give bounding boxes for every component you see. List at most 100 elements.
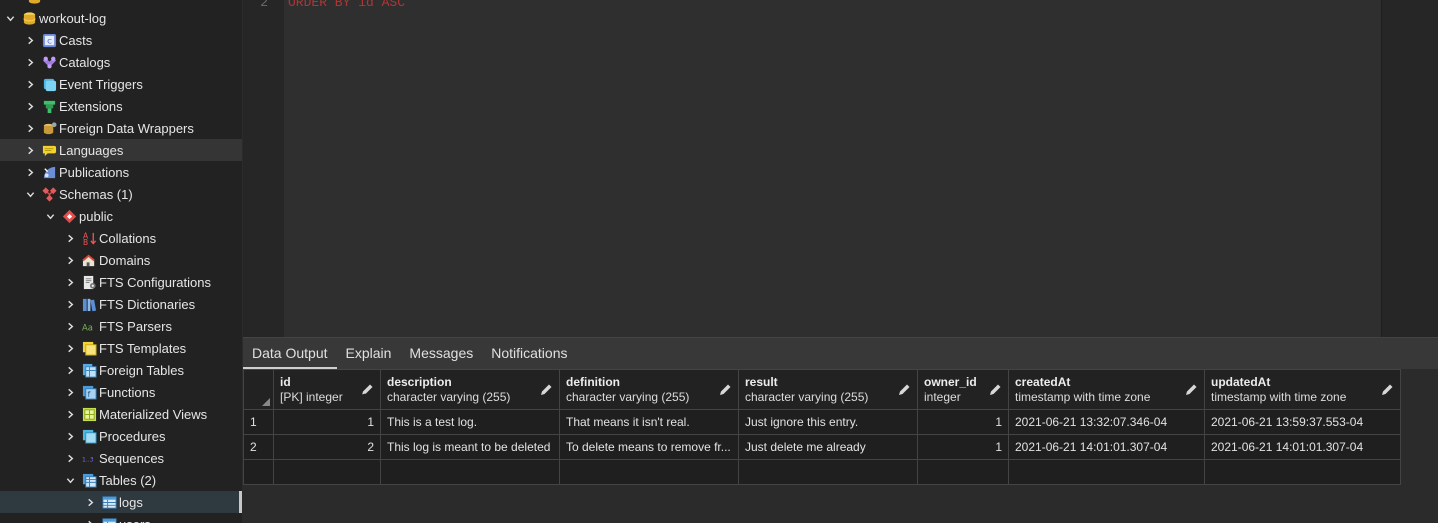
- column-header-created-at[interactable]: createdAt timestamp with time zone: [1008, 369, 1205, 410]
- pencil-icon[interactable]: [718, 383, 732, 397]
- chevron-down-icon[interactable]: [3, 11, 17, 25]
- new-row-cell[interactable]: [380, 459, 560, 485]
- cell-created-at[interactable]: 2021-06-21 14:01:01.307-04: [1008, 434, 1205, 460]
- chevron-right-icon[interactable]: [63, 341, 77, 355]
- table-icon: [101, 516, 117, 523]
- tree-item-sequences[interactable]: 1..3 Sequences: [0, 447, 242, 469]
- tree-item-catalogs[interactable]: Catalogs: [0, 51, 242, 73]
- sql-editor[interactable]: 2 ORDER BY id ASC: [243, 0, 1381, 337]
- cell-updated-at[interactable]: 2021-06-21 13:59:37.553-04: [1204, 409, 1401, 435]
- tree-item-extensions[interactable]: Extensions: [0, 95, 242, 117]
- new-row[interactable]: [243, 459, 1401, 485]
- chevron-right-icon[interactable]: [63, 319, 77, 333]
- result-grid: id [PK] integer description character va…: [243, 369, 1401, 485]
- tree-item-schemas[interactable]: Schemas (1): [0, 183, 242, 205]
- tree-item-fts-configurations[interactable]: FTS Configurations: [0, 271, 242, 293]
- tree-item-procedures[interactable]: Procedures: [0, 425, 242, 447]
- tree-item-collations[interactable]: AB Collations: [0, 227, 242, 249]
- chevron-right-icon[interactable]: [23, 99, 37, 113]
- row-number[interactable]: 2: [243, 434, 274, 460]
- column-header-updated-at[interactable]: updatedAt timestamp with time zone: [1204, 369, 1401, 410]
- cell-owner-id[interactable]: 1: [917, 434, 1009, 460]
- pencil-icon[interactable]: [1184, 383, 1198, 397]
- chevron-right-icon[interactable]: [23, 55, 37, 69]
- tree-item-fts-dictionaries[interactable]: FTS Dictionaries: [0, 293, 242, 315]
- tab-notifications[interactable]: Notifications: [482, 338, 576, 369]
- tree-item-fts-templates[interactable]: FTS Templates: [0, 337, 242, 359]
- cell-definition[interactable]: To delete means to remove fr...: [559, 434, 739, 460]
- table-row[interactable]: 2 2 This log is meant to be deleted To d…: [243, 434, 1401, 460]
- chevron-right-icon[interactable]: [83, 495, 97, 509]
- chevron-right-icon[interactable]: [63, 385, 77, 399]
- tree-item-materialized-views[interactable]: Materialized Views: [0, 403, 242, 425]
- tree-item-event-triggers[interactable]: Event Triggers: [0, 73, 242, 95]
- tree-item-casts[interactable]: C Casts: [0, 29, 242, 51]
- tree-item-publications[interactable]: Publications: [0, 161, 242, 183]
- chevron-down-icon[interactable]: [43, 209, 57, 223]
- chevron-right-icon[interactable]: [23, 33, 37, 47]
- pencil-icon[interactable]: [360, 383, 374, 397]
- chevron-right-icon[interactable]: [63, 297, 77, 311]
- cell-created-at[interactable]: 2021-06-21 13:32:07.346-04: [1008, 409, 1205, 435]
- table-row[interactable]: 1 1 This is a test log. That means it is…: [243, 409, 1401, 435]
- tree-item-table-users[interactable]: users: [0, 513, 242, 523]
- row-number[interactable]: 1: [243, 409, 274, 435]
- new-row-cell[interactable]: [243, 459, 274, 485]
- chevron-right-icon[interactable]: [63, 429, 77, 443]
- chevron-right-icon[interactable]: [63, 253, 77, 267]
- tree-item-tables[interactable]: Tables (2): [0, 469, 242, 491]
- chevron-right-icon[interactable]: [23, 165, 37, 179]
- chevron-right-icon[interactable]: [63, 231, 77, 245]
- chevron-down-icon[interactable]: [23, 187, 37, 201]
- tree-item-table-logs[interactable]: logs: [0, 491, 242, 513]
- tree-item-languages[interactable]: Languages: [0, 139, 242, 161]
- chevron-right-icon[interactable]: [63, 275, 77, 289]
- chevron-right-icon[interactable]: [23, 143, 37, 157]
- column-header-owner-id[interactable]: owner_id integer: [917, 369, 1009, 410]
- new-row-cell[interactable]: [738, 459, 918, 485]
- chevron-down-icon[interactable]: [63, 473, 77, 487]
- pencil-icon[interactable]: [988, 383, 1002, 397]
- new-row-cell[interactable]: [917, 459, 1009, 485]
- cell-updated-at[interactable]: 2021-06-21 14:01:01.307-04: [1204, 434, 1401, 460]
- cell-result[interactable]: Just ignore this entry.: [738, 409, 918, 435]
- pencil-icon[interactable]: [897, 383, 911, 397]
- pencil-icon[interactable]: [1380, 383, 1394, 397]
- cell-id[interactable]: 1: [273, 409, 381, 435]
- tree-item-foreign-tables[interactable]: Foreign Tables: [0, 359, 242, 381]
- cell-id[interactable]: 2: [273, 434, 381, 460]
- chevron-right-icon[interactable]: [83, 517, 97, 523]
- select-all-corner[interactable]: [243, 369, 274, 410]
- chevron-right-icon[interactable]: [63, 451, 77, 465]
- cell-description[interactable]: This log is meant to be deleted: [380, 434, 560, 460]
- tree-item-fts-parsers[interactable]: Aa FTS Parsers: [0, 315, 242, 337]
- new-row-cell[interactable]: [559, 459, 739, 485]
- cell-definition[interactable]: That means it isn't real.: [559, 409, 739, 435]
- chevron-right-icon[interactable]: [63, 363, 77, 377]
- tree-item-functions[interactable]: f Functions: [0, 381, 242, 403]
- tree-item-foreign-data-wrappers[interactable]: Foreign Data Wrappers: [0, 117, 242, 139]
- chevron-right-icon[interactable]: [63, 407, 77, 421]
- cell-result[interactable]: Just delete me already: [738, 434, 918, 460]
- column-header-id[interactable]: id [PK] integer: [273, 369, 381, 410]
- svg-text:Aa: Aa: [82, 322, 93, 332]
- cell-owner-id[interactable]: 1: [917, 409, 1009, 435]
- tree-item-database[interactable]: workout-log: [0, 7, 242, 29]
- chevron-right-icon[interactable]: [23, 77, 37, 91]
- column-header-definition[interactable]: definition character varying (255): [559, 369, 739, 410]
- sql-code-line[interactable]: ORDER BY id ASC: [288, 0, 405, 10]
- chevron-right-icon[interactable]: [23, 121, 37, 135]
- tree-item-domains[interactable]: Domains: [0, 249, 242, 271]
- cell-description[interactable]: This is a test log.: [380, 409, 560, 435]
- tab-messages[interactable]: Messages: [400, 338, 482, 369]
- tab-explain[interactable]: Explain: [337, 338, 401, 369]
- tree-item-schema-public[interactable]: public: [0, 205, 242, 227]
- column-header-description[interactable]: description character varying (255): [380, 369, 560, 410]
- database-icon: [26, 0, 42, 5]
- tab-data-output[interactable]: Data Output: [243, 338, 337, 369]
- pencil-icon[interactable]: [539, 383, 553, 397]
- column-header-result[interactable]: result character varying (255): [738, 369, 918, 410]
- new-row-cell[interactable]: [273, 459, 381, 485]
- new-row-cell[interactable]: [1008, 459, 1205, 485]
- new-row-cell[interactable]: [1204, 459, 1401, 485]
